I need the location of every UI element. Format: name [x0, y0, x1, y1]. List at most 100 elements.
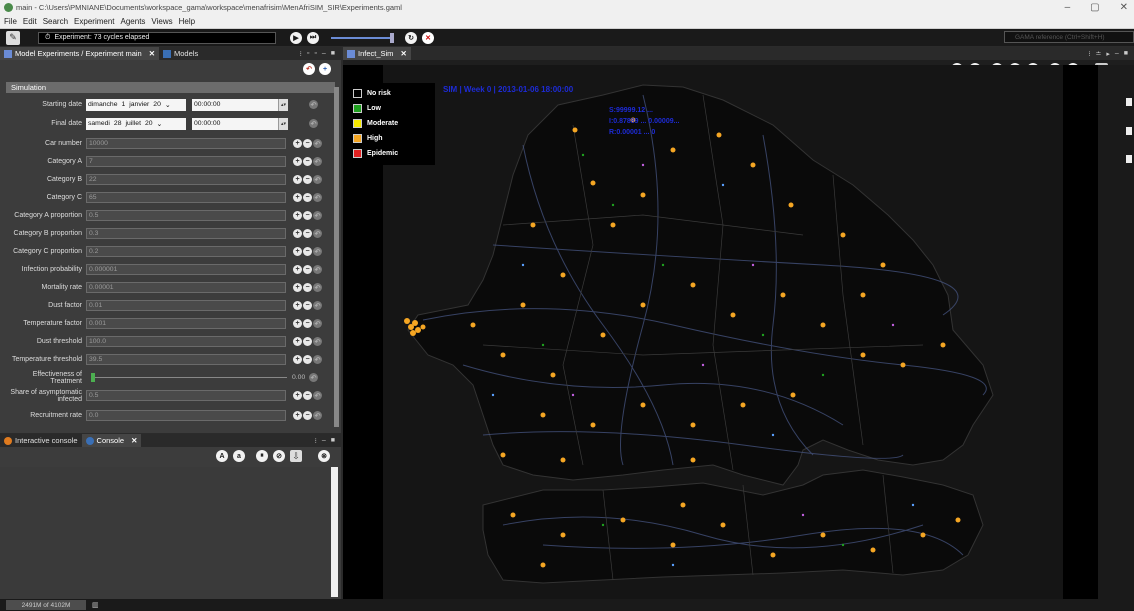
increment-icon[interactable]: + [293, 319, 302, 328]
speed-slider-thumb[interactable] [390, 32, 394, 43]
revert-param-icon[interactable]: ↶ [313, 355, 322, 364]
increment-icon[interactable]: + [293, 411, 302, 420]
increment-icon[interactable]: + [293, 265, 302, 274]
revert-param-icon[interactable]: ↶ [313, 211, 322, 220]
increment-icon[interactable]: + [293, 337, 302, 346]
view-menu-icon[interactable]: ⁝ [1088, 50, 1090, 58]
revert-param-icon[interactable]: ↶ [313, 391, 322, 400]
revert-param-icon[interactable]: ↶ [313, 175, 322, 184]
treatment-slider-thumb[interactable] [91, 373, 95, 382]
decrement-icon[interactable]: − [303, 337, 312, 346]
increment-icon[interactable]: + [293, 157, 302, 166]
maximize-icon[interactable]: ■ [1124, 50, 1128, 57]
close-icon[interactable]: ✕ [149, 49, 155, 58]
dust-threshold-input[interactable]: 100.0 [86, 336, 286, 347]
increment-icon[interactable]: + [293, 355, 302, 364]
increment-icon[interactable]: + [293, 139, 302, 148]
dust-factor-input[interactable]: 0.01 [86, 300, 286, 311]
export-icon[interactable]: ⇩ [290, 450, 302, 462]
increment-icon[interactable]: + [293, 175, 302, 184]
speed-slider[interactable] [331, 32, 394, 43]
restore-icon[interactable]: ▫ [307, 50, 309, 57]
step-button[interactable]: ⏭ [307, 31, 319, 44]
decrement-icon[interactable]: − [303, 411, 312, 420]
minimize-icon[interactable]: – [1115, 50, 1119, 57]
parameters-scrollbar[interactable] [334, 87, 339, 427]
decrement-icon[interactable]: − [303, 265, 312, 274]
starting-time-field[interactable]: 00:00:00 [192, 98, 288, 111]
menu-experiment[interactable]: Experiment [74, 17, 114, 26]
decrement-icon[interactable]: − [303, 301, 312, 310]
revert-param-icon[interactable]: ↶ [313, 283, 322, 292]
no-scroll-icon[interactable]: ⊗ [318, 450, 330, 462]
asymptomatic-share-input[interactable]: 0.5 [86, 390, 286, 401]
tab-model-experiments[interactable]: Model Experiments / Experiment main ✕ [0, 47, 160, 60]
recruitment-rate-input[interactable]: 0.0 [86, 410, 286, 421]
menu-help[interactable]: Help [179, 17, 195, 26]
tab-models[interactable]: Models [159, 47, 202, 60]
tab-console[interactable]: Console ✕ [81, 434, 142, 447]
gc-icon[interactable]: ▥ [92, 601, 99, 609]
handle-icon[interactable] [1126, 155, 1132, 163]
revert-param-icon[interactable]: ↶ [313, 247, 322, 256]
revert-param-icon[interactable]: ↶ [309, 119, 318, 128]
revert-param-icon[interactable]: ↶ [313, 193, 322, 202]
decrement-icon[interactable]: − [303, 355, 312, 364]
increment-icon[interactable]: + [293, 211, 302, 220]
maximize-icon[interactable]: ■ [331, 50, 335, 57]
stop-button[interactable]: ✕ [422, 31, 434, 44]
restore-icon[interactable]: ▫ [314, 50, 316, 57]
decrement-icon[interactable]: − [303, 247, 312, 256]
handle-icon[interactable] [1126, 98, 1132, 106]
minimize-icon[interactable]: – [322, 437, 326, 444]
category-b-proportion-input[interactable]: 0.3 [86, 228, 286, 239]
revert-icon[interactable]: ↶ [303, 63, 315, 75]
revert-param-icon[interactable]: ↶ [313, 265, 322, 274]
treatment-slider-track[interactable] [92, 377, 287, 378]
decrement-icon[interactable]: − [303, 139, 312, 148]
decrement-icon[interactable]: − [303, 283, 312, 292]
reload-button[interactable]: ↻ [405, 31, 417, 44]
view-menu-icon[interactable]: ⁝ [300, 50, 302, 58]
time-spinner[interactable]: ▴▾ [278, 117, 288, 130]
mortality-rate-input[interactable]: 0.00001 [86, 282, 286, 293]
tab-infect-sim[interactable]: Infect_Sim ✕ [343, 47, 411, 60]
overlay-icon[interactable]: ≐ [1095, 50, 1101, 58]
console-scrollbar[interactable] [331, 467, 338, 597]
simulation-section-header[interactable]: Simulation [6, 82, 335, 93]
increment-icon[interactable]: + [293, 229, 302, 238]
decrement-icon[interactable]: − [303, 193, 312, 202]
category-c-proportion-input[interactable]: 0.2 [86, 246, 286, 257]
senegal-map[interactable] [343, 65, 1098, 599]
handle-icon[interactable] [1126, 127, 1132, 135]
add-simulation-icon[interactable]: + [319, 63, 331, 75]
revert-param-icon[interactable]: ↶ [313, 301, 322, 310]
scrollbar-thumb[interactable] [334, 87, 339, 427]
category-b-input[interactable]: 22 [86, 174, 286, 185]
infection-probability-input[interactable]: 0.000001 [86, 264, 286, 275]
sync-icon[interactable]: ▸ [1106, 50, 1110, 58]
memory-indicator[interactable]: 2491M of 4102M [6, 600, 86, 610]
tab-interactive-console[interactable]: Interactive console [0, 434, 82, 447]
temperature-threshold-input[interactable]: 39.5 [86, 354, 286, 365]
revert-param-icon[interactable]: ↶ [313, 411, 322, 420]
reference-search-input[interactable]: GAMA reference (Ctrl+Shift+H) [1004, 31, 1134, 43]
decrement-icon[interactable]: − [303, 229, 312, 238]
revert-param-icon[interactable]: ↶ [309, 373, 318, 382]
decrement-icon[interactable]: − [303, 211, 312, 220]
increment-icon[interactable]: + [293, 391, 302, 400]
pause-icon[interactable]: ⏸ [256, 450, 268, 462]
maximize-icon[interactable]: ■ [331, 437, 335, 444]
decrement-icon[interactable]: − [303, 391, 312, 400]
decrement-icon[interactable]: − [303, 157, 312, 166]
menu-file[interactable]: File [4, 17, 17, 26]
final-date-picker[interactable]: samedi 28 juillet 20 ⌄ [86, 117, 186, 130]
revert-param-icon[interactable]: ↶ [313, 157, 322, 166]
category-a-proportion-input[interactable]: 0.5 [86, 210, 286, 221]
console-output[interactable] [0, 467, 330, 599]
close-window-button[interactable]: ✕ [1120, 2, 1128, 13]
category-c-input[interactable]: 65 [86, 192, 286, 203]
menu-search[interactable]: Search [43, 17, 68, 26]
edit-toggle-button[interactable]: ✎ [6, 30, 20, 45]
revert-param-icon[interactable]: ↶ [313, 229, 322, 238]
